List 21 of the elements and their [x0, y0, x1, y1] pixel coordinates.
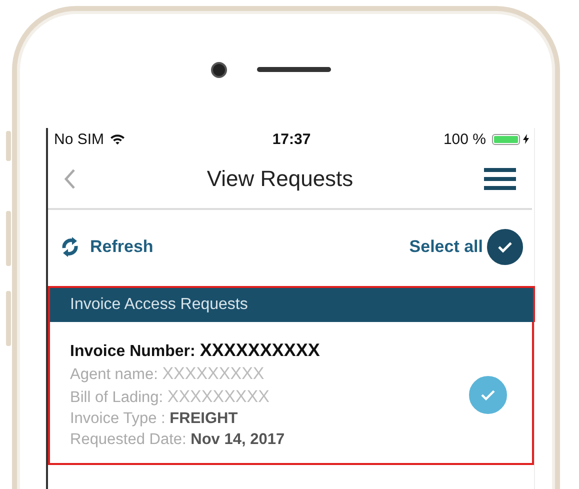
- refresh-icon: [60, 236, 80, 258]
- charging-icon: [523, 134, 529, 144]
- request-detail: Invoice Type : FREIGHT: [70, 410, 239, 428]
- request-detail: Requested Date: Nov 14, 2017: [70, 431, 286, 449]
- screen-title: View Requests: [206, 166, 354, 192]
- carrier-label: No SIM: [54, 130, 104, 148]
- clock-time: 17:37: [272, 130, 311, 148]
- battery-percent: 100 %: [443, 130, 486, 148]
- refresh-button[interactable]: Refresh: [60, 236, 154, 258]
- request-detail: Agent name: XXXXXXXXX: [70, 364, 266, 384]
- request-checkbox[interactable]: [469, 376, 507, 414]
- invoice-number: Invoice Number: XXXXXXXXXX: [70, 340, 320, 361]
- battery-icon: [492, 134, 520, 144]
- request-detail: Bill of Lading: XXXXXXXXX: [70, 387, 270, 407]
- request-card[interactable]: Invoice Number: XXXXXXXXXX Agent name: XXXXXXXXX Bill of Lading: XXXXXXXXX Invoice Type : FREIGHT Requested Date: Nov 14, 2017: [48, 322, 534, 465]
- section-header: Invoice Access Requests: [48, 286, 535, 322]
- select-all-checkbox[interactable]: [487, 229, 523, 265]
- camera-icon: [210, 62, 226, 78]
- wifi-icon: [109, 133, 126, 145]
- select-all-label: Select all: [409, 237, 483, 257]
- menu-icon[interactable]: [484, 167, 516, 191]
